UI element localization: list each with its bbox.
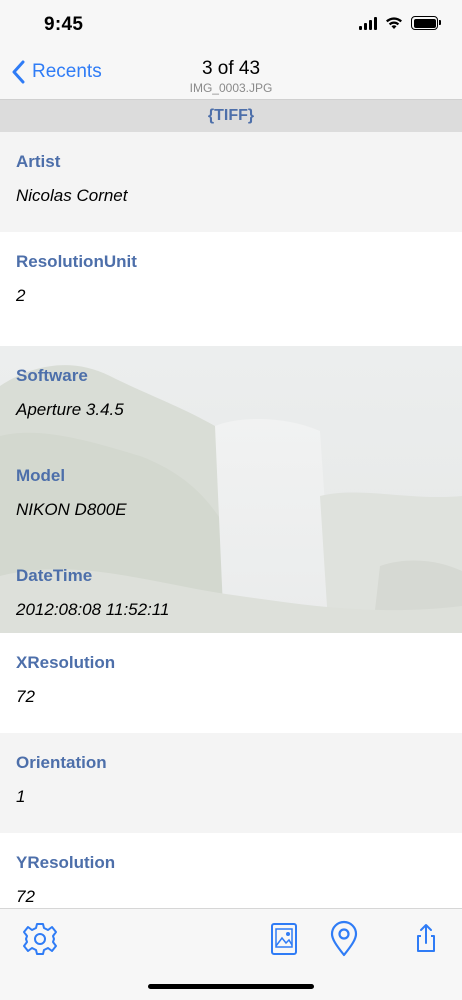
status-bar: 9:45 [0, 0, 462, 50]
list-item-software[interactable]: Software Aperture 3.4.5 [0, 346, 462, 446]
photo-button[interactable] [264, 919, 304, 959]
page-counter: 3 of 43 [201, 58, 261, 79]
section-header: {TIFF} [0, 100, 462, 132]
map-pin-icon [330, 920, 358, 957]
row-label: Orientation [16, 753, 107, 772]
battery-icon [411, 16, 441, 30]
metadata-list[interactable]: Artist Nicolas Cornet ResolutionUnit 2 S… [0, 132, 462, 908]
row-label: Software [16, 366, 88, 385]
row-label: XResolution [16, 653, 116, 672]
row-value: 2 [16, 286, 26, 305]
photo-icon [271, 923, 297, 955]
row-value: 1 [16, 787, 26, 806]
row-label: Model [16, 466, 66, 485]
row-value: Nicolas Cornet [16, 186, 128, 205]
list-item-artist[interactable]: Artist Nicolas Cornet [0, 132, 462, 232]
row-label: YResolution [16, 853, 116, 872]
list-item-orientation[interactable]: Orientation 1 [0, 733, 462, 833]
row-label: Artist [16, 152, 61, 171]
home-indicator[interactable] [148, 984, 314, 989]
status-icons [359, 16, 441, 30]
share-icon [417, 924, 435, 952]
list-item-xresolution[interactable]: XResolution 72 [0, 633, 462, 733]
settings-button[interactable] [20, 919, 60, 959]
row-value: NIKON D800E [16, 500, 127, 519]
cellular-signal-icon [359, 16, 377, 30]
list-item-datetime[interactable]: DateTime 2012:08:08 11:52:11 [0, 546, 462, 646]
row-value: Aperture 3.4.5 [16, 400, 124, 419]
file-name: IMG_0003.JPG [189, 81, 273, 95]
status-time: 9:45 [44, 14, 84, 35]
row-label: DateTime [16, 566, 93, 585]
row-value: 2012:08:08 11:52:11 [16, 600, 170, 619]
list-item-resolution-unit[interactable]: ResolutionUnit 2 [0, 232, 462, 332]
page-title: 3 of 43 IMG_0003.JPG [0, 58, 462, 95]
location-button[interactable] [324, 919, 364, 959]
row-value: 72 [16, 687, 35, 706]
list-item-yresolution[interactable]: YResolution 72 [0, 833, 462, 908]
share-button[interactable] [406, 919, 446, 959]
navigation-bar: Recents 3 of 43 IMG_0003.JPG [0, 50, 462, 100]
list-item-model[interactable]: Model NIKON D800E [0, 446, 462, 546]
row-value: 72 [16, 887, 35, 906]
gear-icon [23, 923, 57, 955]
wifi-icon [386, 17, 402, 29]
row-label: ResolutionUnit [16, 252, 137, 271]
